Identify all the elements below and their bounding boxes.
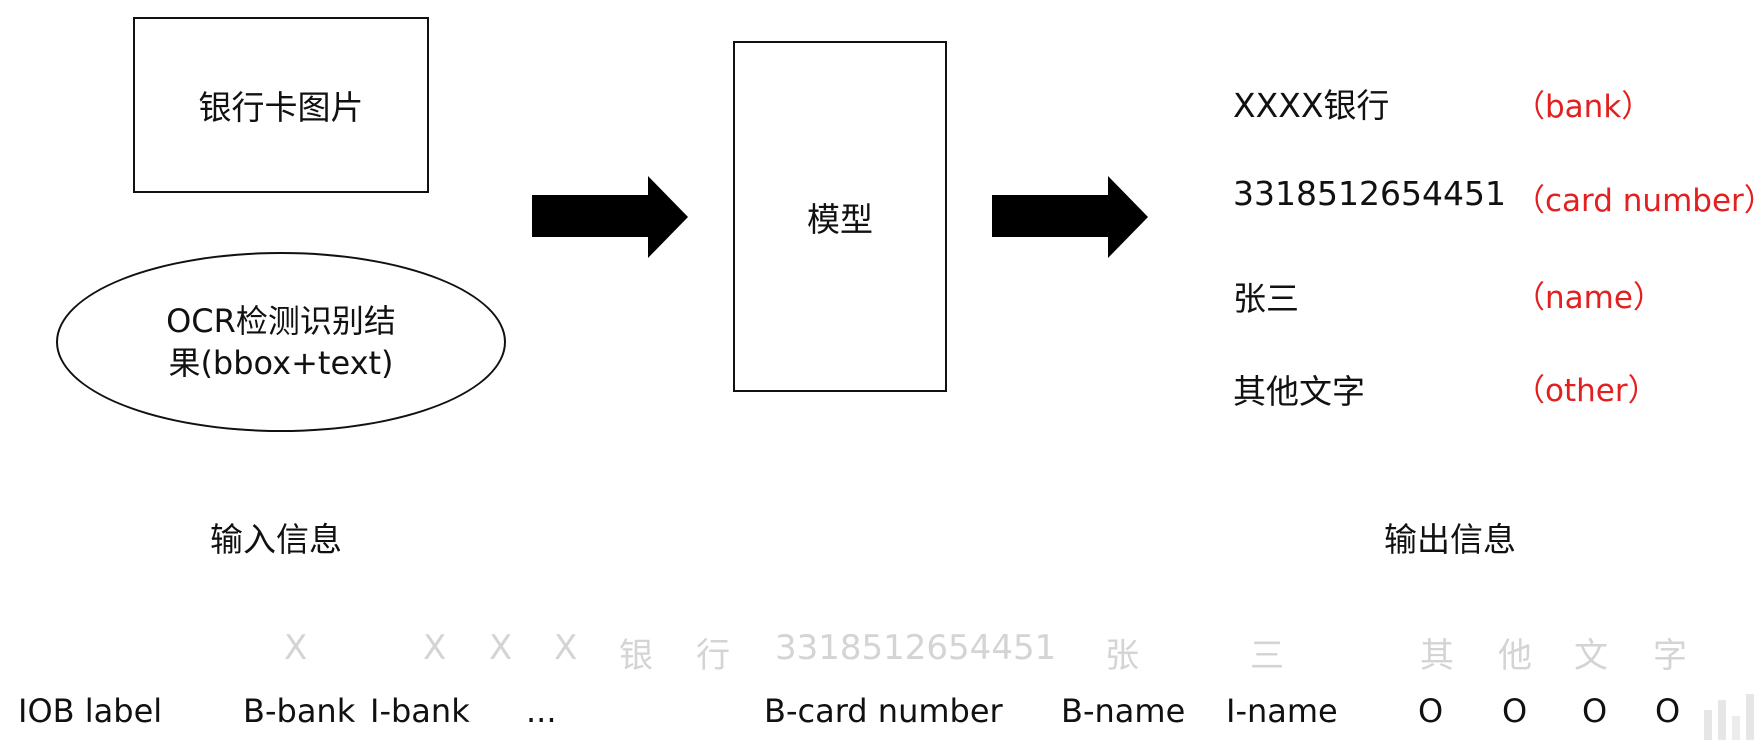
token-item: X <box>423 628 447 668</box>
iob-label-item: O <box>1655 692 1681 730</box>
output-name-tag: （name） <box>1514 280 1664 316</box>
token-item: 其 <box>1420 636 1454 676</box>
output-other-text: 其他文字 <box>1233 372 1365 411</box>
token-item: 三 <box>1250 636 1284 676</box>
right-arrow-icon <box>992 176 1148 258</box>
iob-label-item: I-bank <box>370 692 470 730</box>
input-caption: 输入信息 <box>210 520 342 559</box>
diagram-canvas: 银行卡图片 OCR检测识别结 果(bbox+text) 输入信息 模型 XXXX… <box>0 0 1764 744</box>
iob-label-item: O <box>1418 692 1444 730</box>
iob-label-item: B-bank <box>243 692 356 730</box>
ocr-result-line2: 果(bbox+text) <box>168 344 394 382</box>
iob-label-item: I-name <box>1226 692 1338 730</box>
iob-label-header: IOB label <box>18 692 163 730</box>
token-item: 银 <box>619 636 653 676</box>
watermark-icon <box>1704 694 1754 740</box>
model-label: 模型 <box>807 199 873 239</box>
iob-label-item: ... <box>526 692 557 730</box>
right-arrow-icon <box>532 176 688 258</box>
token-item: 3318512654451 <box>775 628 1057 668</box>
ocr-result-ellipse: OCR检测识别结 果(bbox+text) <box>56 252 506 432</box>
output-other-tag: （other） <box>1514 373 1659 409</box>
output-card-number-text: 3318512654451 <box>1233 174 1506 213</box>
iob-label-item: O <box>1502 692 1528 730</box>
token-item: X <box>554 628 578 668</box>
iob-label-item: O <box>1582 692 1608 730</box>
output-bank-text: XXXX银行 <box>1233 86 1390 125</box>
output-card-number-tag: （card number） <box>1514 183 1764 219</box>
token-item: 张 <box>1105 636 1139 676</box>
token-item: 行 <box>696 636 730 676</box>
output-caption: 输出信息 <box>1384 520 1516 559</box>
iob-label-item: B-card number <box>764 692 1003 730</box>
output-name-text: 张三 <box>1233 279 1299 318</box>
bank-card-image-box: 银行卡图片 <box>133 17 429 193</box>
model-box: 模型 <box>733 41 947 392</box>
bank-card-image-label: 银行卡图片 <box>198 88 364 127</box>
token-item: 字 <box>1653 636 1687 676</box>
ocr-result-line1: OCR检测识别结 <box>166 302 396 340</box>
token-item: X <box>489 628 513 668</box>
output-bank-tag: （bank） <box>1514 89 1653 125</box>
iob-label-item: B-name <box>1061 692 1186 730</box>
token-item: 他 <box>1498 636 1532 676</box>
token-item: 文 <box>1574 636 1608 676</box>
token-item: X <box>284 628 308 668</box>
